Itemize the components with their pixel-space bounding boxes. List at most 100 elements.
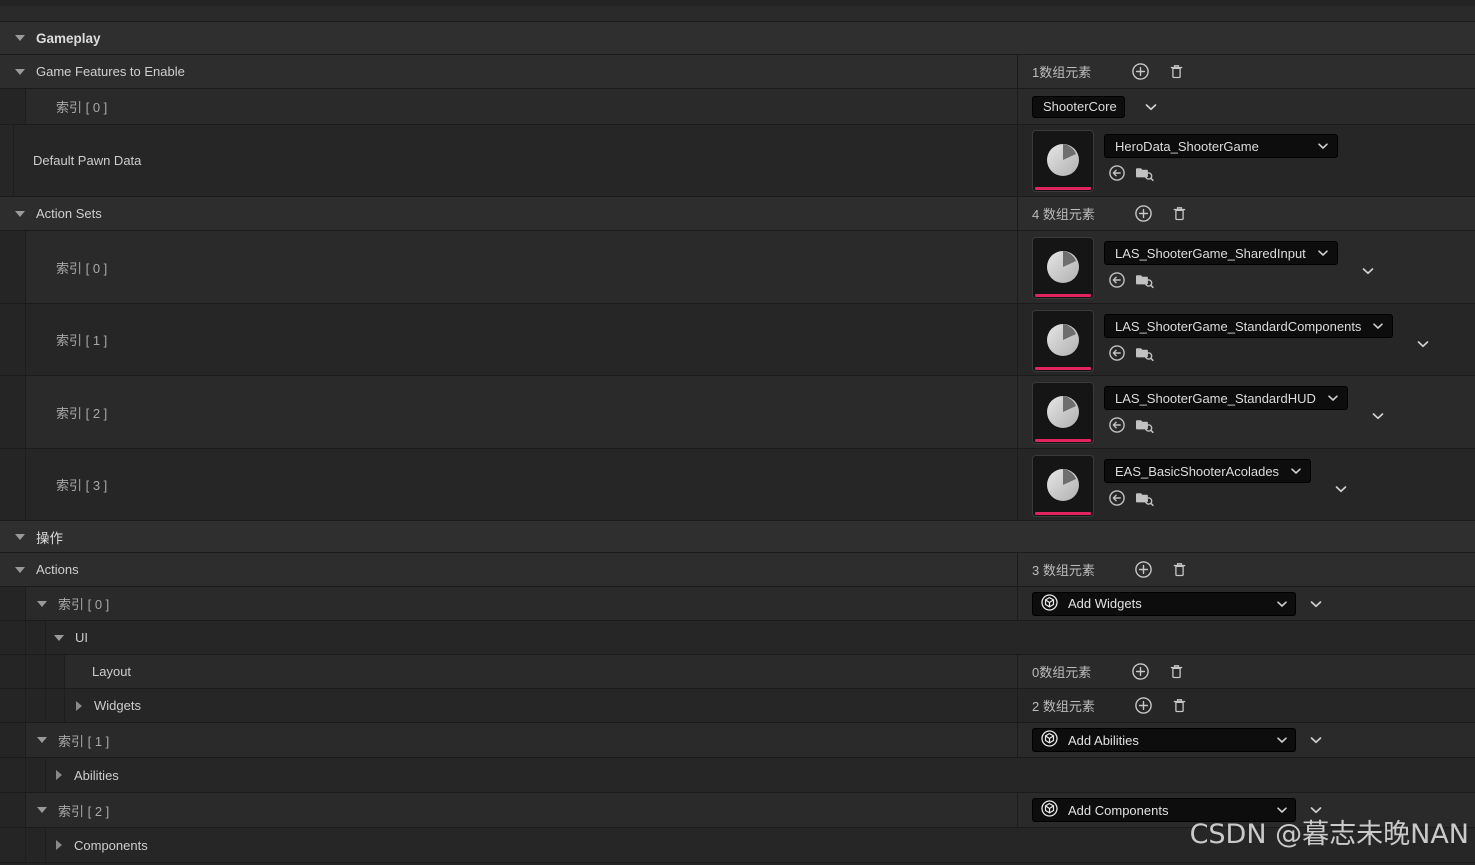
add-circle-icon[interactable] — [1133, 559, 1155, 581]
chevron-down-icon[interactable] — [1333, 481, 1349, 497]
triangle-down-icon[interactable] — [34, 732, 50, 748]
trash-icon[interactable] — [1169, 559, 1191, 581]
asset-dropdown[interactable]: LAS_ShooterGame_StandardComponents — [1104, 314, 1394, 338]
default-pawn-value-cell: HeroData_ShooterGame — [1018, 125, 1475, 196]
chevron-down-icon[interactable] — [1360, 263, 1376, 279]
indent-guide — [0, 89, 26, 124]
dropdown-value: EAS_BasicShooterAcolades — [1115, 463, 1280, 479]
row-action-index-1[interactable]: 索引 [ 1 ] Add Abilities — [0, 723, 1475, 758]
class-picker-dropdown[interactable]: Add Abilities — [1032, 728, 1296, 752]
chevron-down-icon[interactable] — [1308, 732, 1324, 748]
indent-guide — [0, 304, 26, 375]
add-circle-icon[interactable] — [1133, 203, 1155, 225]
action-sets-label-cell: Action Sets — [0, 197, 1018, 230]
use-selected-asset-icon[interactable] — [1108, 489, 1126, 510]
browse-asset-icon[interactable] — [1135, 271, 1154, 292]
row-action-sets[interactable]: Action Sets 4 数组元素 — [0, 197, 1475, 231]
row-action-ui[interactable]: UI — [0, 621, 1475, 655]
trash-icon[interactable] — [1169, 203, 1191, 225]
row-label: 索引 [ 1 ] — [56, 333, 108, 348]
asset-thumbnail-icon[interactable] — [1032, 237, 1094, 299]
row-action-set-index-2[interactable]: 索引 [ 2 ] LAS_ShooterGame_StandardHUD — [0, 376, 1475, 449]
asset-thumbnail-icon[interactable] — [1032, 310, 1094, 372]
row-game-feature-index-0[interactable]: 索引 [ 0 ] ShooterCore — [0, 89, 1475, 125]
row-action-components[interactable]: Components — [0, 828, 1475, 863]
triangle-down-icon[interactable] — [12, 206, 28, 222]
row-label: Game Features to Enable — [36, 64, 185, 79]
row-action-index-0[interactable]: 索引 [ 0 ] Add Widgets — [0, 587, 1475, 621]
row-action-set-index-0[interactable]: 索引 [ 0 ] LAS_ShooterGame_SharedInput — [0, 231, 1475, 304]
row-game-features-to-enable[interactable]: Game Features to Enable 1数组元素 — [0, 55, 1475, 89]
asset-controls: EAS_BasicShooterAcolades — [1104, 455, 1312, 510]
use-selected-asset-icon[interactable] — [1108, 271, 1126, 292]
row-action-widgets[interactable]: Widgets 2 数组元素 — [0, 689, 1475, 723]
triangle-down-icon[interactable] — [34, 802, 50, 818]
as-index1-label-cell: 索引 [ 1 ] — [0, 304, 1018, 375]
asset-thumbnail-icon[interactable] — [1032, 382, 1094, 444]
act-layout-value-cell: 0数组元素 — [1018, 655, 1475, 688]
trash-icon[interactable] — [1169, 695, 1191, 717]
row-label: Abilities — [74, 767, 119, 783]
indent-guide — [0, 621, 26, 654]
triangle-down-icon[interactable] — [51, 630, 67, 646]
chevron-down-icon[interactable] — [1415, 336, 1431, 352]
row-label: Components — [74, 837, 148, 853]
chevron-down-icon[interactable] — [1143, 99, 1159, 115]
add-circle-icon[interactable] — [1133, 695, 1155, 717]
use-selected-asset-icon[interactable] — [1108, 416, 1126, 437]
chevron-down-icon — [1326, 391, 1340, 405]
category-row-gameplay[interactable]: Gameplay — [0, 22, 1475, 55]
browse-asset-icon[interactable] — [1135, 164, 1154, 185]
dropdown-value: ShooterCore — [1043, 99, 1117, 114]
triangle-down-icon[interactable] — [34, 596, 50, 612]
class-picker-dropdown[interactable]: Add Widgets — [1032, 591, 1296, 616]
chevron-down-icon[interactable] — [1370, 408, 1386, 424]
asset-picker: EAS_BasicShooterAcolades — [1032, 455, 1349, 517]
dropdown-value: LAS_ShooterGame_StandardHUD — [1115, 390, 1316, 406]
game-features-label-cell: Game Features to Enable — [0, 55, 1018, 88]
use-selected-asset-icon[interactable] — [1108, 164, 1126, 185]
trash-icon[interactable] — [1165, 661, 1187, 683]
triangle-down-icon[interactable] — [12, 30, 28, 46]
browse-asset-icon[interactable] — [1135, 344, 1154, 365]
chevron-down-icon[interactable] — [1308, 596, 1324, 612]
indent-guide — [26, 758, 46, 792]
row-action-set-index-1[interactable]: 索引 [ 1 ] LAS_ShooterGame_StandardCompone… — [0, 304, 1475, 376]
row-default-pawn-data[interactable]: Default Pawn Data HeroData_ShooterGame — [0, 125, 1475, 197]
row-action-layout[interactable]: Layout 0数组元素 — [0, 655, 1475, 689]
add-circle-icon[interactable] — [1129, 61, 1151, 83]
asset-dropdown[interactable]: LAS_ShooterGame_SharedInput — [1104, 241, 1338, 265]
chevron-down-icon[interactable] — [1308, 802, 1324, 818]
asset-picker: LAS_ShooterGame_StandardHUD — [1032, 382, 1386, 444]
triangle-right-icon[interactable] — [51, 837, 67, 853]
category-row-operations[interactable]: 操作 — [0, 521, 1475, 553]
asset-thumbnail-icon[interactable] — [1032, 455, 1094, 517]
row-action-index-2[interactable]: 索引 [ 2 ] Add Components — [0, 793, 1475, 828]
act-layout-label-cell: Layout — [0, 655, 1018, 688]
asset-dropdown[interactable]: LAS_ShooterGame_StandardHUD — [1104, 386, 1348, 410]
browse-asset-icon[interactable] — [1135, 416, 1154, 437]
asset-dropdown[interactable]: HeroData_ShooterGame — [1104, 134, 1338, 158]
add-circle-icon[interactable] — [1129, 661, 1151, 683]
row-action-set-index-3[interactable]: 索引 [ 3 ] EAS_BasicShooterAcolades — [0, 449, 1475, 521]
array-buttons — [1129, 61, 1187, 83]
row-label: Actions — [36, 562, 79, 577]
triangle-down-icon[interactable] — [12, 562, 28, 578]
class-picker-dropdown[interactable]: Add Components — [1032, 798, 1296, 822]
row-action-abilities[interactable]: Abilities — [0, 758, 1475, 793]
asset-dropdown[interactable]: EAS_BasicShooterAcolades — [1104, 459, 1312, 483]
asset-controls: LAS_ShooterGame_StandardComponents — [1104, 310, 1394, 365]
triangle-down-icon[interactable] — [12, 529, 28, 545]
triangle-down-icon[interactable] — [12, 64, 28, 80]
triangle-right-icon[interactable] — [71, 698, 87, 714]
browse-asset-icon[interactable] — [1135, 489, 1154, 510]
shootercore-dropdown[interactable]: ShooterCore — [1032, 95, 1125, 118]
dropdown-value: HeroData_ShooterGame — [1115, 138, 1259, 154]
dropdown-value: Add Widgets — [1068, 596, 1142, 611]
triangle-right-icon[interactable] — [51, 767, 67, 783]
trash-icon[interactable] — [1165, 61, 1187, 83]
asset-thumbnail-icon[interactable] — [1032, 130, 1094, 192]
row-actions[interactable]: Actions 3 数组元素 — [0, 553, 1475, 587]
use-selected-asset-icon[interactable] — [1108, 344, 1126, 365]
asset-type-color-bar — [1035, 367, 1091, 370]
